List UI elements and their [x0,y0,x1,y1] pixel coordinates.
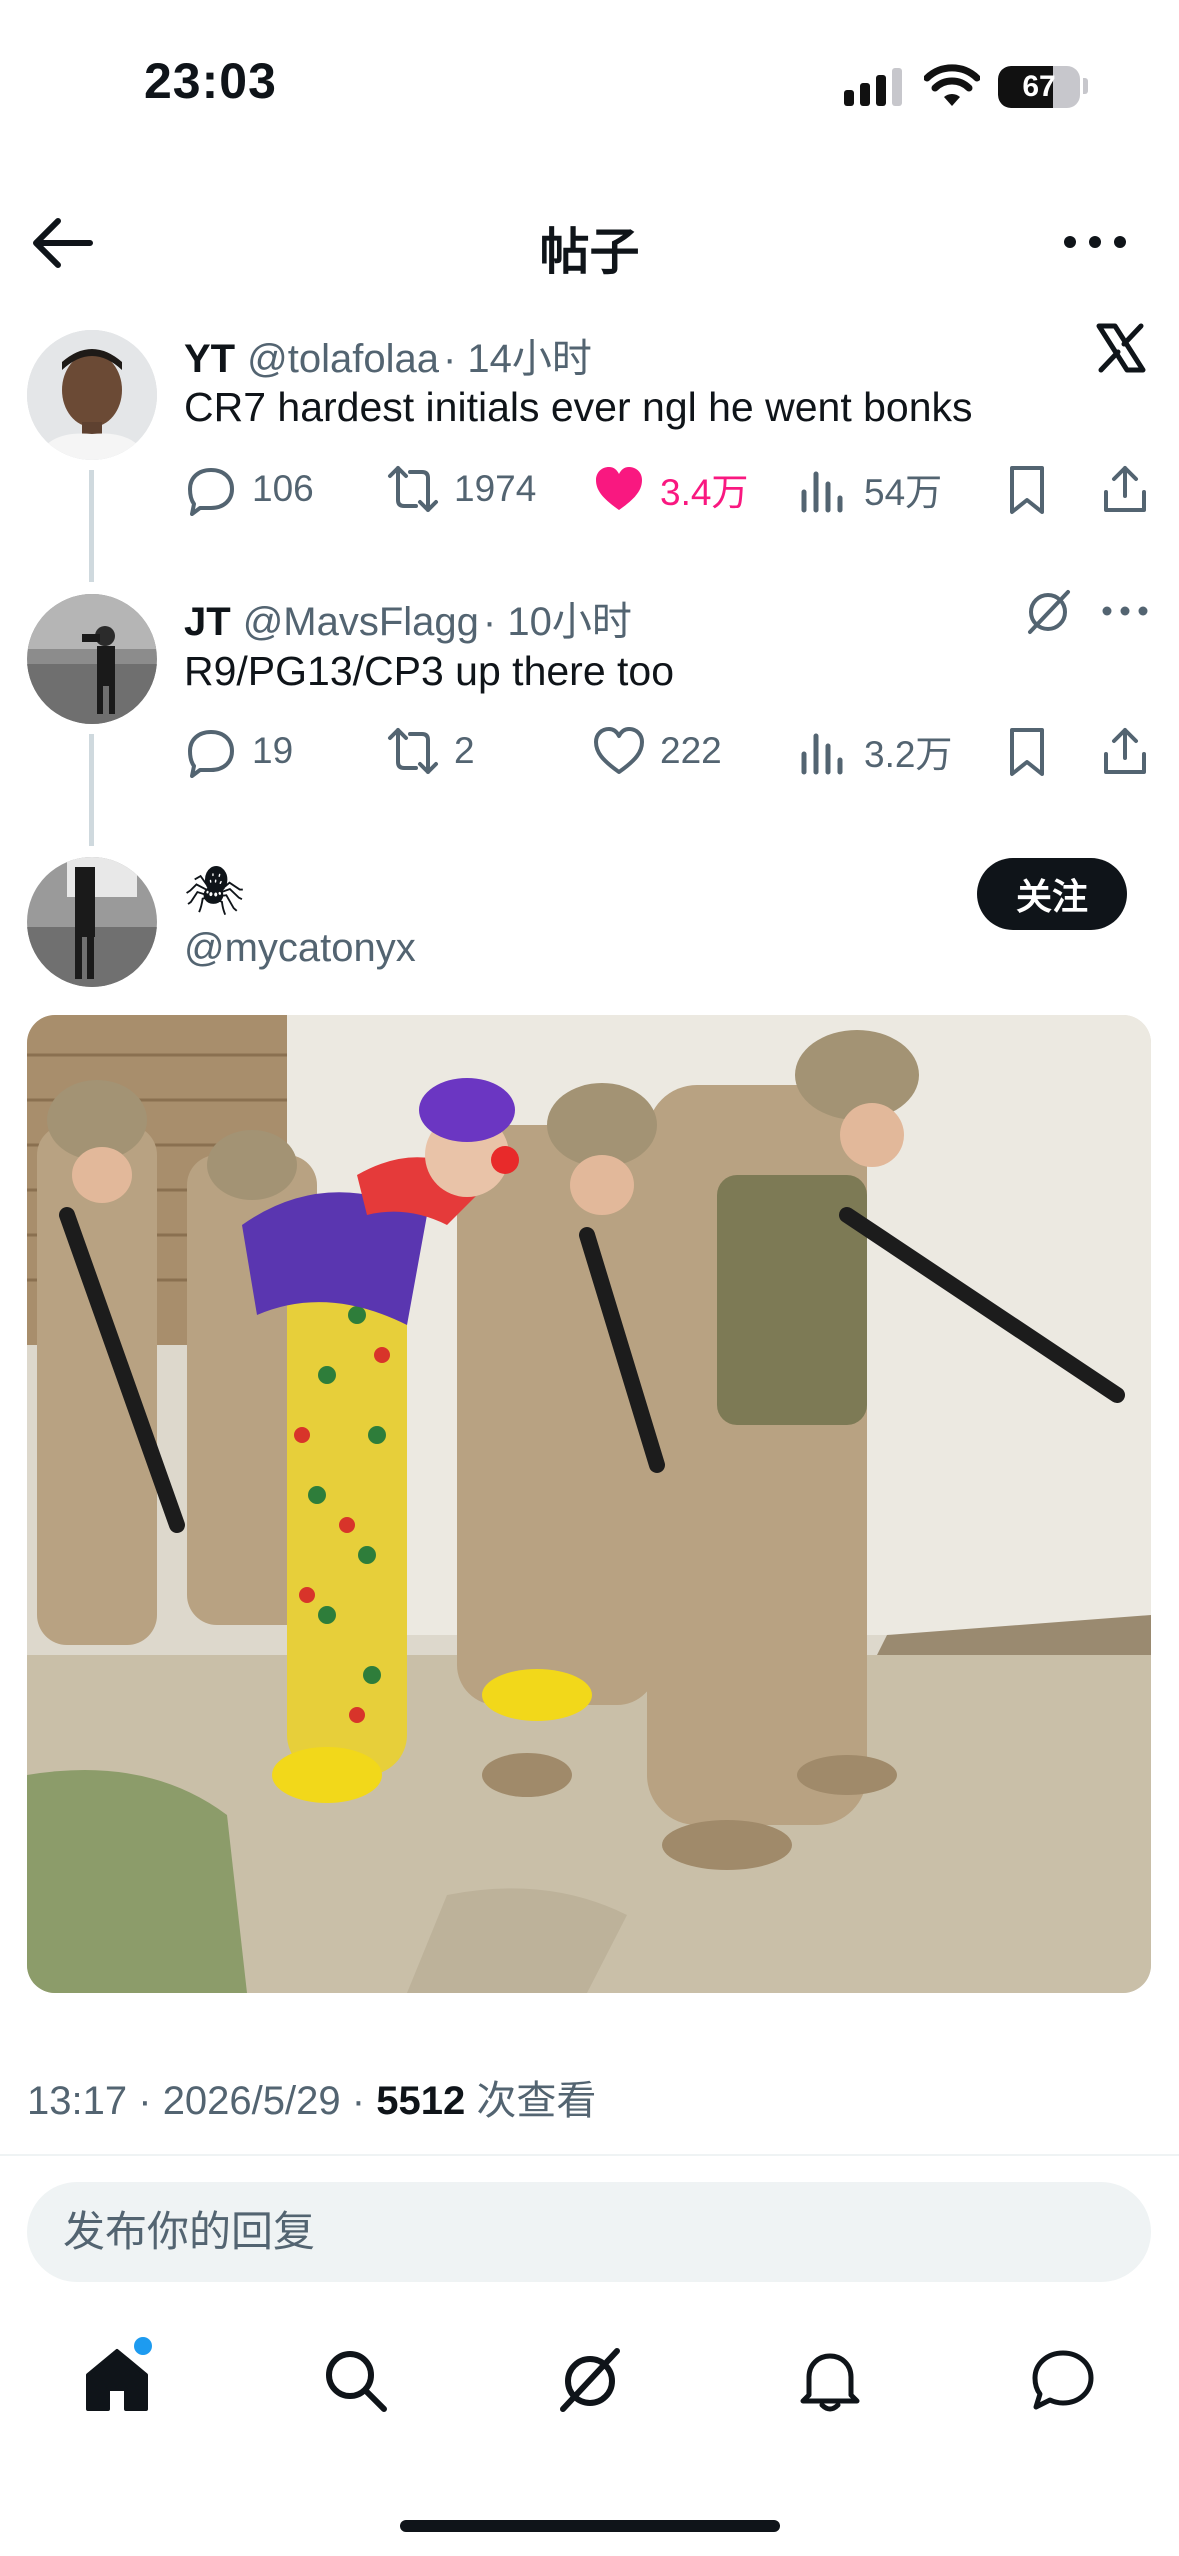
thread-line [89,470,94,582]
more-options-icon[interactable] [1060,222,1130,262]
bookmark-icon[interactable] [1000,462,1054,516]
views-count: 54万 [864,472,943,513]
meta-separator: · [351,2079,366,2123]
divider [0,2154,1179,2156]
views-count: 3.2万 [864,734,953,775]
author-name[interactable]: YT [184,337,235,382]
like-button[interactable]: 3.4万 [592,462,748,516]
tweet-text: R9/PG13/CP3 up there too [184,648,675,694]
search-icon[interactable] [320,2345,390,2415]
views-button[interactable]: 54万 [796,462,942,516]
follow-button[interactable]: 关注 [977,858,1127,930]
heart-filled-icon [596,467,642,510]
bookmark-icon[interactable] [1000,724,1054,778]
retweet-count: 2 [454,730,475,771]
messages-icon[interactable] [1028,2345,1098,2415]
avatar[interactable] [27,594,157,724]
like-count: 3.4万 [660,472,749,513]
reply-count: 106 [252,468,314,509]
avatar[interactable] [27,330,157,460]
more-options-icon[interactable] [1100,596,1150,626]
reply-icon [188,468,234,516]
battery-tip [1083,78,1088,94]
author-name[interactable]: JT [184,600,231,645]
display-name[interactable]: 🕷 [184,862,245,919]
signal-icon [844,68,902,106]
post-image[interactable] [27,1015,1151,1993]
view-count-label: 次查看 [476,2079,597,2123]
tweet-text: CR7 hardest initials ever ngl he went bo… [184,384,973,430]
grok-icon[interactable] [1022,586,1074,638]
status-time: 23:03 [144,53,277,109]
reply-input[interactable] [27,2182,1151,2282]
heart-icon [594,727,644,774]
home-icon [86,2349,148,2411]
battery-level: 67 [1022,70,1056,103]
home-indicator [400,2520,780,2532]
page-title: 帖子 [539,224,640,280]
retweet-button[interactable]: 1974 [386,462,536,516]
reply-icon [188,730,234,778]
post-time: · 14小时 [442,337,592,381]
share-icon[interactable] [1098,462,1152,516]
post-date: 2026/5/29 [162,2079,341,2123]
view-count: 5512 [376,2079,466,2123]
like-button[interactable]: 222 [592,724,722,778]
post-time: · 10小时 [482,600,632,644]
author-handle[interactable]: @tolafolaa [247,337,439,382]
post-meta: 13:17 · 2026/5/29 · 5512 次查看 [27,2068,596,2126]
avatar[interactable] [27,857,157,987]
retweet-icon [388,728,438,774]
like-count: 222 [660,730,722,771]
grok-icon[interactable] [555,2345,625,2415]
thread-line [89,734,94,846]
nav-home[interactable] [82,2337,152,2420]
reply-count: 19 [252,730,294,771]
retweet-count: 1974 [454,468,537,509]
retweet-button[interactable]: 2 [386,724,475,778]
reply-button[interactable]: 19 [184,724,293,778]
battery-icon: 67 [998,66,1080,108]
retweet-icon [388,466,438,512]
wifi-icon [924,64,980,106]
views-icon [801,733,843,775]
meta-separator: · [138,2079,152,2123]
x-logo-icon [1096,323,1146,373]
views-button[interactable]: 3.2万 [796,724,952,778]
author-handle[interactable]: @MavsFlagg [243,600,479,645]
post-time: 13:17 [27,2079,128,2123]
views-icon [801,471,843,513]
reply-button[interactable]: 106 [184,462,314,516]
notification-dot [134,2337,152,2355]
author-handle[interactable]: @mycatonyx [184,926,416,971]
notifications-icon[interactable] [795,2345,865,2415]
share-icon[interactable] [1098,724,1152,778]
